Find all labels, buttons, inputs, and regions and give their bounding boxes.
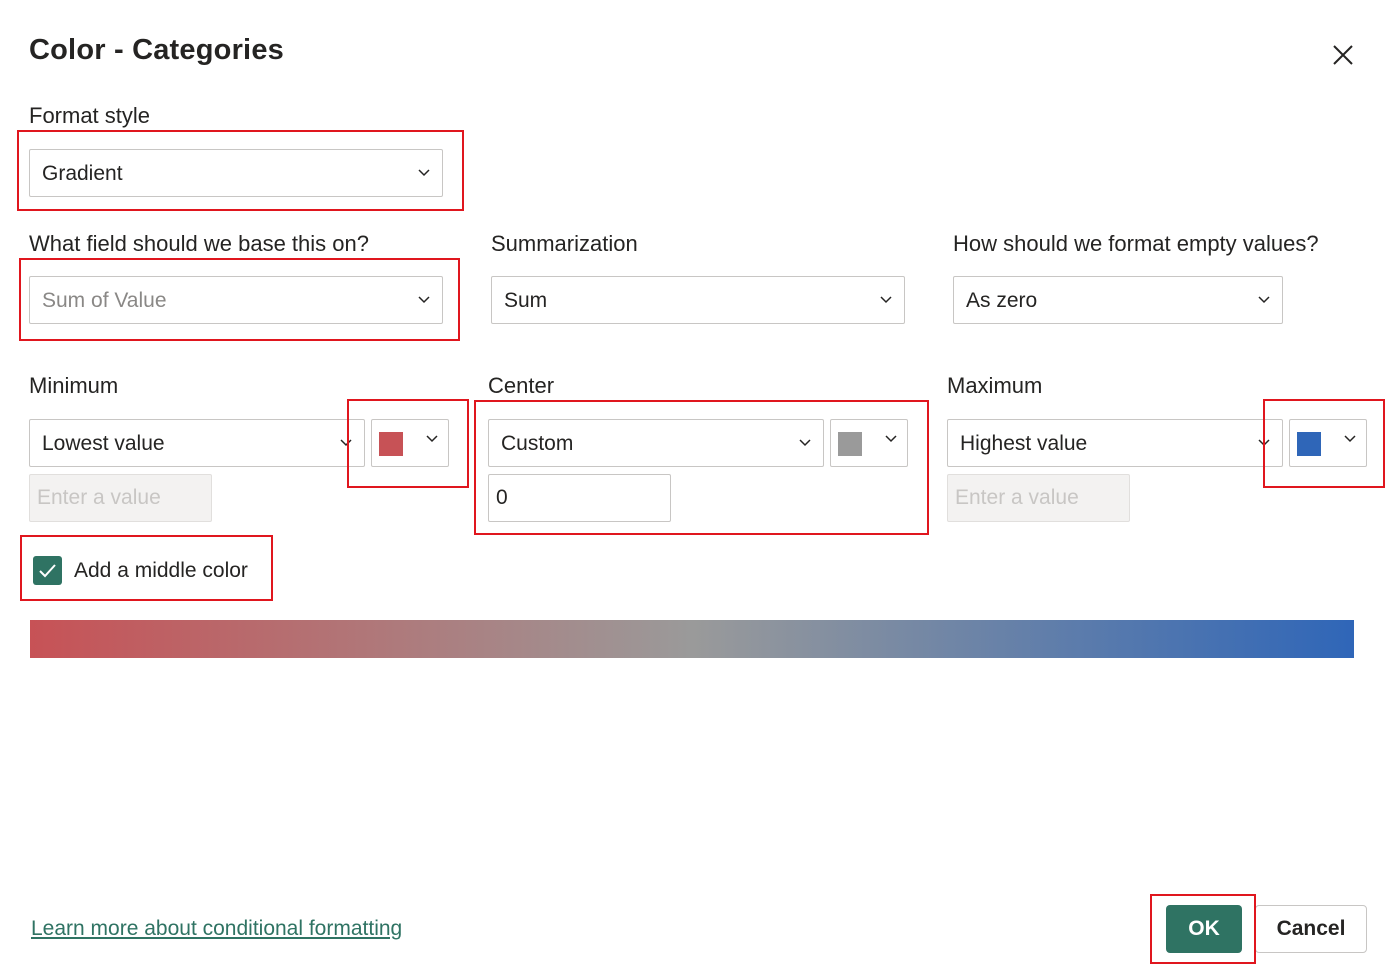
chevron-down-icon xyxy=(340,439,352,447)
minimum-value-input[interactable]: Enter a value xyxy=(29,474,212,522)
chevron-down-icon xyxy=(1344,435,1356,443)
base-field-label: What field should we base this on? xyxy=(29,231,369,256)
middle-color-checkbox[interactable] xyxy=(33,556,62,585)
chevron-down-icon xyxy=(1258,439,1270,447)
checkmark-icon xyxy=(39,564,56,578)
chevron-down-icon xyxy=(426,435,438,443)
format-style-label: Format style xyxy=(29,103,151,128)
chevron-down-icon xyxy=(418,296,430,304)
middle-color-label: Add a middle color xyxy=(74,559,248,582)
summarization-value: Sum xyxy=(504,289,548,312)
ok-button[interactable]: OK xyxy=(1166,905,1242,953)
maximum-value-input[interactable]: Enter a value xyxy=(947,474,1130,522)
format-style-dropdown[interactable]: Gradient xyxy=(29,149,443,197)
chevron-down-icon xyxy=(799,439,811,447)
maximum-color-swatch xyxy=(1297,432,1321,456)
maximum-color-picker[interactable] xyxy=(1289,419,1367,467)
base-field-dropdown[interactable]: Sum of Value xyxy=(29,276,443,324)
minimum-dropdown[interactable]: Lowest value xyxy=(29,419,365,467)
base-field-value: Sum of Value xyxy=(42,289,167,312)
maximum-label: Maximum xyxy=(947,373,1043,398)
summarization-dropdown[interactable]: Sum xyxy=(491,276,905,324)
empty-values-dropdown[interactable]: As zero xyxy=(953,276,1283,324)
chevron-down-icon xyxy=(418,169,430,177)
format-style-value: Gradient xyxy=(42,162,123,185)
summarization-label: Summarization xyxy=(491,231,638,256)
center-value: Custom xyxy=(501,432,574,455)
maximum-dropdown[interactable]: Highest value xyxy=(947,419,1283,467)
center-label: Center xyxy=(488,373,555,398)
center-color-swatch xyxy=(838,432,862,456)
maximum-value: Highest value xyxy=(960,432,1088,455)
chevron-down-icon xyxy=(880,296,892,304)
learn-more-link[interactable]: Learn more about conditional formatting xyxy=(31,917,402,941)
empty-values-label: How should we format empty values? xyxy=(953,231,1319,256)
center-value-input[interactable]: 0 xyxy=(488,474,671,522)
chevron-down-icon xyxy=(885,435,897,443)
gradient-preview xyxy=(30,620,1354,658)
minimum-color-picker[interactable] xyxy=(371,419,449,467)
minimum-label: Minimum xyxy=(29,373,119,398)
dialog-title: Color - Categories xyxy=(29,34,284,66)
center-dropdown[interactable]: Custom xyxy=(488,419,824,467)
empty-values-value: As zero xyxy=(966,289,1038,312)
cancel-button[interactable]: Cancel xyxy=(1255,905,1367,953)
chevron-down-icon xyxy=(1258,296,1270,304)
minimum-value: Lowest value xyxy=(42,432,165,455)
minimum-color-swatch xyxy=(379,432,403,456)
center-color-picker[interactable] xyxy=(830,419,908,467)
close-icon[interactable] xyxy=(1328,40,1358,70)
